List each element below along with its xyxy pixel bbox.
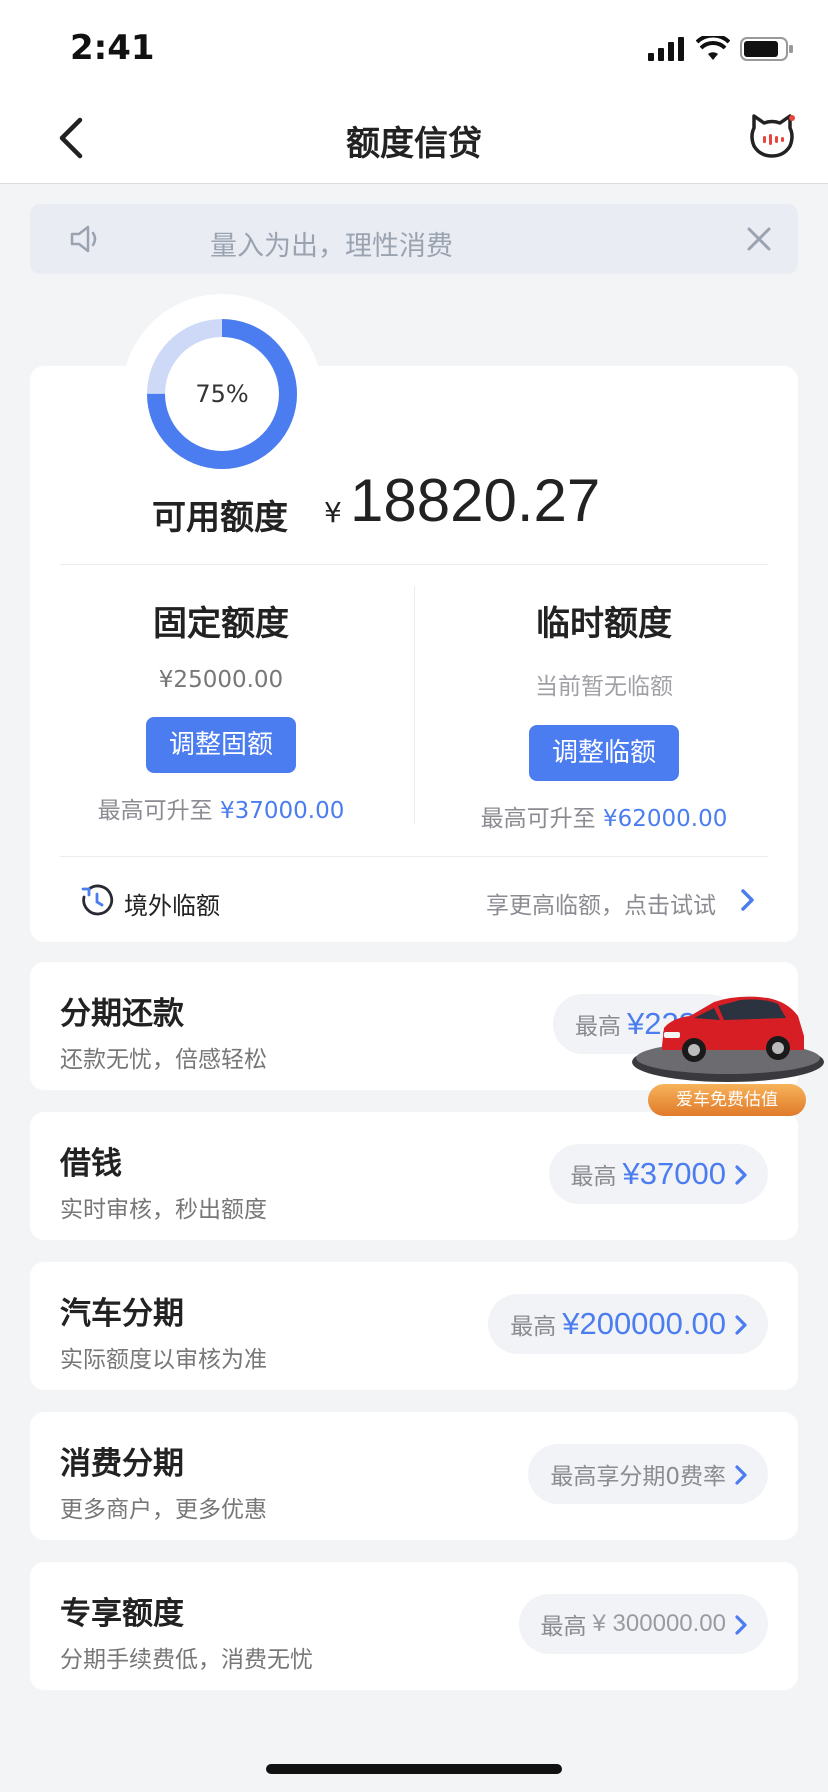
status-icons: [648, 36, 794, 62]
product-title: 分期还款: [60, 996, 184, 1032]
pill-amount: ¥37000: [622, 1156, 726, 1191]
car-valuation-promo[interactable]: 爱车免费估值: [628, 988, 828, 1118]
product-limit-pill[interactable]: 最高 ¥37000: [548, 1144, 768, 1204]
temporary-max-amount: ¥62000.00: [602, 806, 728, 832]
notice-text: 量入为出，理性消费: [210, 231, 453, 262]
temporary-credit-max: 最高可升至 ¥62000.00: [424, 799, 784, 833]
temporary-credit-amount: 当前暂无临额: [535, 674, 673, 700]
divider: [60, 856, 768, 857]
signal-icon: [648, 37, 684, 61]
divider: [60, 564, 768, 565]
temporary-credit-title: 临时额度: [536, 604, 672, 644]
currency-symbol: ¥: [324, 496, 342, 529]
car-valuation-tag: 爱车免费估值: [648, 1084, 806, 1116]
car-icon: [632, 996, 824, 1082]
nav-bar: 额度信贷: [0, 96, 828, 184]
product-title: 消费分期: [60, 1446, 184, 1482]
temporary-max-prefix: 最高可升至: [480, 806, 596, 832]
product-subtitle: 还款无忧，倍感轻松: [60, 1047, 267, 1073]
product-subtitle: 实际额度以审核为准: [60, 1347, 267, 1373]
pill-amount: ¥ 300000.00: [592, 1610, 726, 1637]
chevron-right-icon: [735, 1615, 747, 1635]
fixed-credit-section: 固定额度 ¥25000.00 调整固额 最高可升至 ¥37000.00: [41, 596, 401, 825]
chevron-right-icon: [735, 1165, 747, 1185]
chevron-right-icon: [741, 889, 754, 911]
product-card-borrow[interactable]: 借钱 实时审核，秒出额度 最高 ¥37000: [30, 1112, 798, 1240]
status-time: 2:41: [70, 28, 155, 68]
assistant-cat-icon[interactable]: [748, 112, 796, 160]
fixed-credit-title: 固定额度: [153, 604, 289, 644]
product-subtitle: 实时审核，秒出额度: [60, 1197, 267, 1223]
product-card-car-installment[interactable]: 汽车分期 实际额度以审核为准 最高 ¥200000.00: [30, 1262, 798, 1390]
product-title: 专享额度: [60, 1596, 184, 1632]
home-indicator: [266, 1764, 562, 1774]
pill-label: 最高: [540, 1614, 587, 1640]
pill-amount: ¥200000.00: [562, 1306, 726, 1341]
product-subtitle: 分期手续费低，消费无忧: [60, 1647, 313, 1673]
speaker-icon: [70, 225, 97, 253]
product-card-exclusive-credit[interactable]: 专享额度 分期手续费低，消费无忧 最高 ¥ 300000.00: [30, 1562, 798, 1690]
status-bar: 2:41: [0, 0, 828, 96]
product-limit-pill[interactable]: 最高享分期0费率: [528, 1444, 768, 1504]
product-card-consumer-installment[interactable]: 消费分期 更多商户，更多优惠 最高享分期0费率: [30, 1412, 798, 1540]
overseas-credit-row[interactable]: 境外临额 享更高临额，点击试试: [30, 870, 798, 930]
pill-label: 最高: [570, 1164, 617, 1190]
wifi-icon: [696, 36, 730, 60]
chevron-right-icon: [735, 1465, 747, 1485]
overseas-credit-label: 境外临额: [124, 892, 220, 920]
notice-banner: 量入为出，理性消费: [30, 204, 798, 274]
product-title: 汽车分期: [60, 1296, 184, 1332]
overseas-credit-hint: 享更高临额，点击试试: [486, 893, 716, 919]
battery-icon: [740, 37, 793, 61]
adjust-temporary-credit-button[interactable]: 调整临额: [529, 725, 679, 781]
pill-label: 最高: [510, 1314, 557, 1340]
available-credit-amount: 18820.27: [350, 467, 601, 534]
fixed-credit-amount: ¥25000.00: [158, 667, 284, 693]
available-credit-label: 可用额度: [152, 498, 288, 538]
chevron-right-icon: [735, 1315, 747, 1335]
clock-refresh-icon: [81, 884, 114, 916]
ring-percent-label: 75%: [195, 380, 249, 408]
temporary-credit-section: 临时额度 当前暂无临额 调整临额 最高可升至 ¥62000.00: [424, 596, 784, 833]
fixed-max-amount: ¥37000.00: [219, 798, 345, 824]
product-limit-pill[interactable]: 最高 ¥200000.00: [488, 1294, 768, 1354]
product-title: 借钱: [60, 1146, 122, 1182]
credit-usage-ring: 75%: [122, 294, 322, 494]
adjust-fixed-credit-button[interactable]: 调整固额: [146, 717, 296, 773]
fixed-max-prefix: 最高可升至: [97, 798, 213, 824]
product-limit-pill[interactable]: 最高 ¥ 300000.00: [518, 1594, 768, 1654]
fixed-credit-max: 最高可升至 ¥37000.00: [41, 791, 401, 825]
pill-text: 最高享分期0费率: [550, 1464, 726, 1490]
close-icon[interactable]: [746, 226, 772, 252]
product-subtitle: 更多商户，更多优惠: [60, 1497, 267, 1523]
divider: [414, 586, 415, 824]
pill-label: 最高: [575, 1014, 622, 1040]
page-title: 额度信贷: [346, 124, 482, 164]
